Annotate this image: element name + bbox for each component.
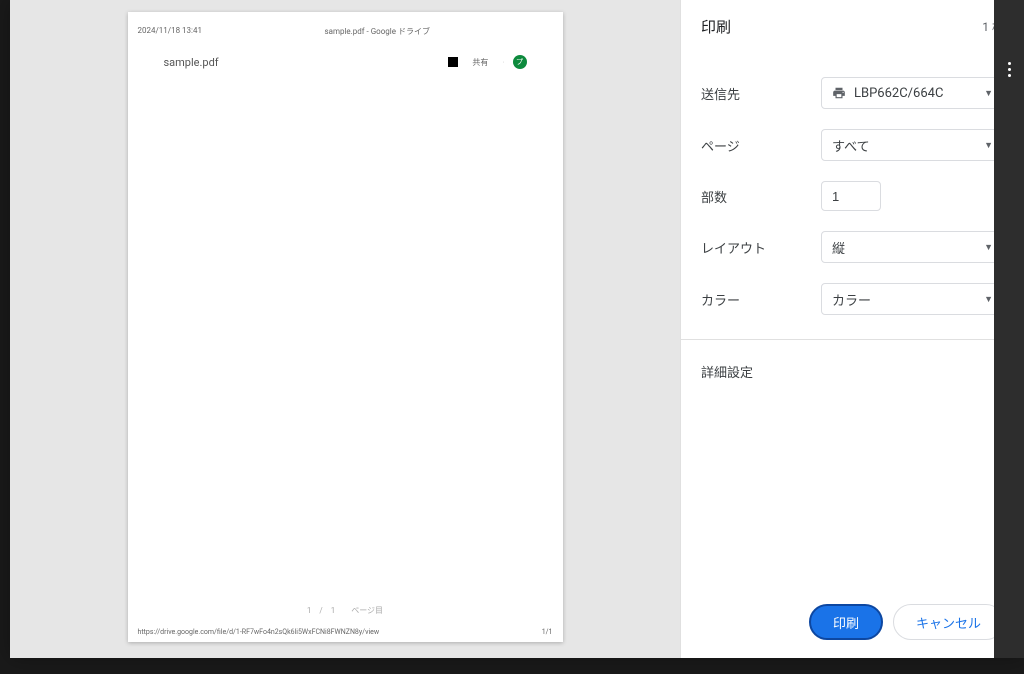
color-select[interactable]: カラー ▼ — [821, 283, 1004, 315]
preview-footer-page: 1/1 — [542, 628, 553, 636]
cancel-button-label: キャンセル — [916, 613, 981, 632]
dialog-footer: 印刷 キャンセル — [681, 590, 1024, 658]
preview-page-indicator: 1 / 1 ページ目 — [128, 605, 563, 616]
layout-select[interactable]: 縦 ▼ — [821, 231, 1004, 263]
preview-doc-title: sample.pdf — [164, 56, 219, 69]
print-dialog: 2024/11/18 13:41 sample.pdf - Google ドライ… — [10, 0, 1024, 658]
label-destination: 送信先 — [701, 84, 821, 103]
browser-side-strip — [994, 0, 1024, 658]
pages-select[interactable]: すべて ▼ — [821, 129, 1004, 161]
dot-icon — [1008, 74, 1011, 77]
dot-icon — [1008, 68, 1011, 71]
destination-value: LBP662C/664C — [854, 86, 943, 101]
row-destination: 送信先 LBP662C/664C ▼ — [701, 77, 1004, 109]
destination-select[interactable]: LBP662C/664C ▼ — [821, 77, 1004, 109]
print-settings-pane: 印刷 1 枚 送信先 LBP662C/664C ▼ — [680, 0, 1024, 658]
layout-value: 縦 — [832, 238, 845, 257]
preview-doc-titlebar: sample.pdf 共有 · プ — [128, 41, 563, 69]
chevron-down-icon: ▼ — [984, 294, 993, 305]
preview-page-header: 2024/11/18 13:41 sample.pdf - Google ドライ… — [128, 12, 563, 41]
divider: · — [502, 58, 504, 67]
preview-timestamp: 2024/11/18 13:41 — [138, 26, 202, 37]
preview-header-title: sample.pdf - Google ドライブ — [324, 26, 430, 37]
preview-footer-url: https://drive.google.com/file/d/1-RF7wFo… — [138, 628, 380, 636]
chevron-down-icon: ▼ — [984, 88, 993, 99]
chevron-down-icon: ▼ — [984, 242, 993, 253]
dot-icon — [1008, 62, 1011, 65]
cancel-button[interactable]: キャンセル — [893, 604, 1004, 640]
row-color: カラー カラー ▼ — [701, 283, 1004, 315]
settings-header: 印刷 1 枚 — [681, 0, 1024, 53]
label-copies: 部数 — [701, 187, 821, 206]
settings-body: 送信先 LBP662C/664C ▼ ページ — [681, 53, 1024, 339]
chevron-down-icon: ▼ — [984, 140, 993, 151]
label-pages: ページ — [701, 136, 821, 155]
copies-input[interactable] — [821, 181, 881, 211]
row-pages: ページ すべて ▼ — [701, 129, 1004, 161]
row-layout: レイアウト 縦 ▼ — [701, 231, 1004, 263]
preview-page: 2024/11/18 13:41 sample.pdf - Google ドライ… — [128, 12, 563, 642]
avatar: プ — [513, 55, 527, 69]
label-color: カラー — [701, 290, 821, 309]
app-icon — [448, 57, 458, 67]
print-button[interactable]: 印刷 — [809, 604, 883, 640]
label-advanced: 詳細設定 — [701, 362, 753, 381]
advanced-settings-toggle[interactable]: 詳細設定 — [681, 339, 1024, 403]
more-menu-button[interactable] — [1008, 62, 1011, 77]
dialog-title: 印刷 — [701, 16, 731, 37]
pages-value: すべて — [832, 136, 870, 155]
preview-doc-actions: 共有 · プ — [448, 55, 526, 69]
color-value: カラー — [832, 290, 871, 309]
avatar-initial: プ — [516, 57, 523, 67]
printer-icon — [832, 86, 846, 100]
share-label: 共有 — [466, 57, 494, 68]
row-copies: 部数 — [701, 181, 1004, 211]
print-preview-pane: 2024/11/18 13:41 sample.pdf - Google ドライ… — [10, 0, 680, 658]
label-layout: レイアウト — [701, 238, 821, 257]
print-button-label: 印刷 — [833, 613, 859, 632]
preview-page-footer: https://drive.google.com/file/d/1-RF7wFo… — [138, 628, 553, 636]
